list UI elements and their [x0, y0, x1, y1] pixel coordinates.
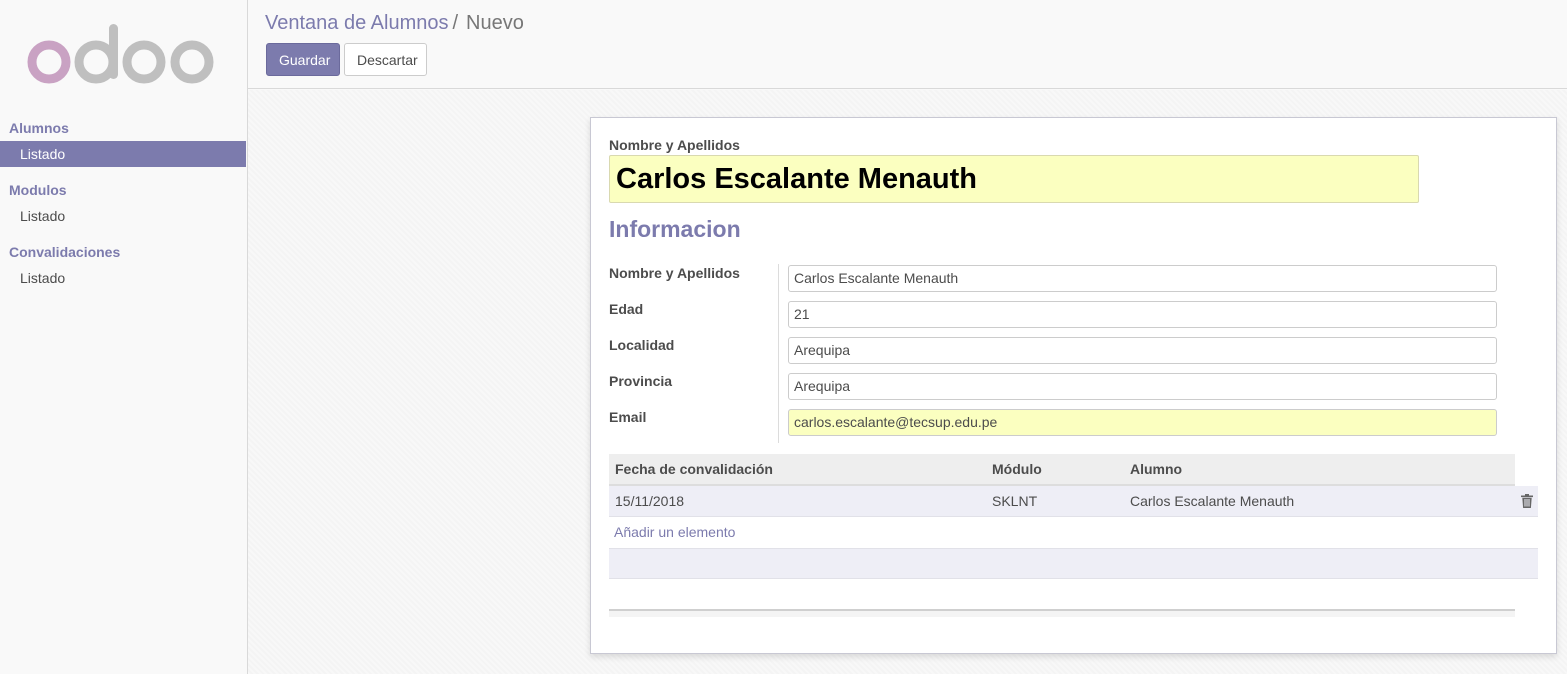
form-sheet: Nombre y Apellidos Carlos Escalante Mena…	[590, 117, 1557, 654]
table-header: Fecha de convalidación Módulo Alumno	[609, 454, 1515, 486]
field-label-edad: Edad	[609, 301, 644, 317]
menu-item-modulos-listado[interactable]: Listado	[0, 203, 246, 229]
add-line-link[interactable]: Añadir un elemento	[609, 524, 735, 540]
menu-item-convalidaciones-listado[interactable]: Listado	[0, 265, 246, 291]
breadcrumb-separator: /	[452, 12, 459, 34]
menu-section-alumnos: Alumnos	[9, 120, 69, 136]
field-label-localidad: Localidad	[609, 337, 675, 353]
control-panel: Ventana de Alumnos / Nuevo Guardar Descart…	[248, 0, 1567, 89]
menu-section-modulos: Modulos	[9, 182, 67, 198]
title-field-label: Nombre y Apellidos	[609, 137, 740, 153]
trash-icon[interactable]	[1521, 494, 1533, 508]
email-input[interactable]: carlos.escalante@tecsup.edu.pe	[788, 409, 1497, 436]
cell-modulo: SKLNT	[992, 493, 1038, 509]
table-footer	[609, 609, 1515, 617]
field-label-provincia: Provincia	[609, 373, 673, 389]
localidad-input[interactable]: Arequipa	[788, 337, 1497, 364]
column-header-fecha[interactable]: Fecha de convalidación	[615, 454, 773, 484]
field-label-nombre: Nombre y Apellidos	[609, 265, 740, 281]
cell-fecha: 15/11/2018	[615, 493, 685, 509]
odoo-logo[interactable]	[26, 20, 218, 90]
menu-section-convalidaciones: Convalidaciones	[9, 244, 121, 260]
cell-alumno: Carlos Escalante Menauth	[1130, 493, 1295, 509]
convalidaciones-table: Fecha de convalidación Módulo Alumno 15/…	[609, 454, 1538, 617]
add-row: Añadir un elemento	[609, 517, 1538, 548]
menu-item-alumnos-listado[interactable]: Listado	[0, 141, 246, 167]
edad-input[interactable]: 21	[788, 301, 1497, 328]
app-menu: Alumnos Listado Modulos Listado Convalid…	[0, 114, 246, 300]
breadcrumb-current: Nuevo	[466, 12, 524, 34]
section-title: Informacion	[609, 216, 741, 242]
form-view: Nombre y Apellidos Carlos Escalante Mena…	[248, 90, 1567, 674]
save-button[interactable]: Guardar	[266, 43, 340, 76]
field-label-email: Email	[609, 409, 647, 425]
name-title-input[interactable]: Carlos Escalante Menauth	[609, 155, 1419, 203]
column-header-modulo[interactable]: Módulo	[992, 454, 1042, 484]
breadcrumb-parent-link[interactable]: Ventana de Alumnos	[265, 12, 448, 34]
provincia-input[interactable]: Arequipa	[788, 373, 1497, 400]
sidebar: Alumnos Listado Modulos Listado Convalid…	[0, 0, 248, 674]
discard-button[interactable]: Descartar	[344, 43, 427, 76]
column-header-alumno[interactable]: Alumno	[1130, 454, 1182, 484]
group-divider	[778, 264, 779, 443]
breadcrumb: Ventana de Alumnos / Nuevo	[265, 11, 524, 35]
empty-row	[609, 548, 1538, 579]
nombre-input[interactable]: Carlos Escalante Menauth	[788, 265, 1497, 292]
table-row[interactable]: 15/11/2018 SKLNT Carlos Escalante Menaut…	[609, 486, 1538, 517]
